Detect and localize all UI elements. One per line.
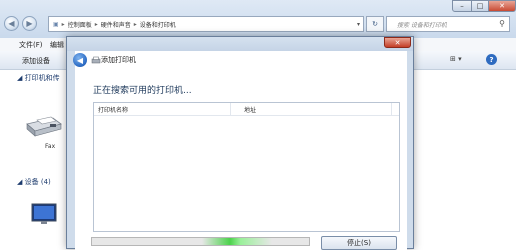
monitor-icon[interactable] bbox=[29, 202, 59, 226]
view-options-button[interactable]: ⊞ ▾ bbox=[450, 55, 462, 63]
breadcrumb-control-panel[interactable]: 控制面板 bbox=[68, 20, 92, 29]
printer-list-header: 打印机名称 地址 bbox=[94, 103, 399, 116]
dialog-close-button[interactable]: ✕ bbox=[384, 37, 411, 48]
breadcrumb-devices-printers[interactable]: 设备和打印机 bbox=[140, 20, 176, 29]
column-printer-name[interactable]: 打印机名称 bbox=[98, 105, 128, 114]
minimize-button[interactable]: – bbox=[452, 0, 472, 12]
stop-button[interactable]: 停止(S) bbox=[321, 236, 397, 250]
menu-file[interactable]: 文件(F) bbox=[19, 40, 43, 50]
devices-group-header[interactable]: ◢ 设备 (4) bbox=[17, 177, 51, 187]
search-icon: ⚲ bbox=[499, 19, 505, 28]
printers-group-header[interactable]: ◢ 打印机和传 bbox=[17, 73, 60, 83]
maximize-button[interactable]: □ bbox=[471, 0, 489, 12]
searching-heading: 正在搜索可用的打印机... bbox=[93, 86, 192, 96]
address-bar[interactable]: ▣ ▸ 控制面板 ▸ 硬件和声音 ▸ 设备和打印机 ▾ bbox=[48, 16, 364, 32]
forward-button[interactable]: ▶ bbox=[22, 16, 37, 31]
add-printer-dialog: ✕ ◀ 添加打印机 正在搜索可用的打印机... 打印机名称 地址 停止(S) bbox=[66, 36, 414, 250]
collapse-arrow-icon: ◢ bbox=[17, 74, 23, 82]
dialog-titlebar bbox=[67, 37, 413, 51]
dialog-title: 添加打印机 bbox=[101, 56, 136, 64]
column-divider bbox=[391, 103, 392, 115]
add-device-button[interactable]: 添加设备 bbox=[22, 56, 50, 66]
close-button[interactable]: ✕ bbox=[488, 0, 516, 12]
folder-icon: ▣ bbox=[53, 20, 59, 28]
breadcrumb-hardware-sound[interactable]: 硬件和声音 bbox=[101, 20, 131, 29]
refresh-button[interactable]: ↻ bbox=[366, 16, 384, 32]
printer-icon bbox=[91, 56, 101, 64]
help-icon[interactable]: ? bbox=[486, 54, 497, 65]
dialog-body: ◀ 添加打印机 正在搜索可用的打印机... 打印机名称 地址 停止(S) bbox=[73, 51, 407, 250]
search-progress-bar bbox=[91, 237, 310, 246]
collapse-arrow-icon: ◢ bbox=[17, 178, 23, 186]
back-arrow-icon[interactable]: ◀ bbox=[73, 53, 87, 67]
search-input[interactable]: 搜索 设备和打印机 ⚲ bbox=[386, 16, 510, 32]
printer-list[interactable]: 打印机名称 地址 bbox=[93, 102, 400, 232]
column-divider bbox=[230, 103, 231, 115]
menu-edit[interactable]: 编辑 bbox=[50, 40, 64, 50]
fax-label: Fax bbox=[45, 143, 56, 150]
progress-marquee bbox=[202, 238, 272, 245]
fax-printer-icon[interactable] bbox=[23, 112, 63, 138]
search-placeholder: 搜索 设备和打印机 bbox=[397, 21, 447, 29]
explorer-titlebar: ◀ ▶ ▣ ▸ 控制面板 ▸ 硬件和声音 ▸ 设备和打印机 ▾ ↻ 搜索 设备和… bbox=[0, 0, 516, 38]
chevron-down-icon[interactable]: ▾ bbox=[357, 21, 360, 28]
back-button[interactable]: ◀ bbox=[4, 16, 19, 31]
column-address[interactable]: 地址 bbox=[244, 105, 256, 114]
